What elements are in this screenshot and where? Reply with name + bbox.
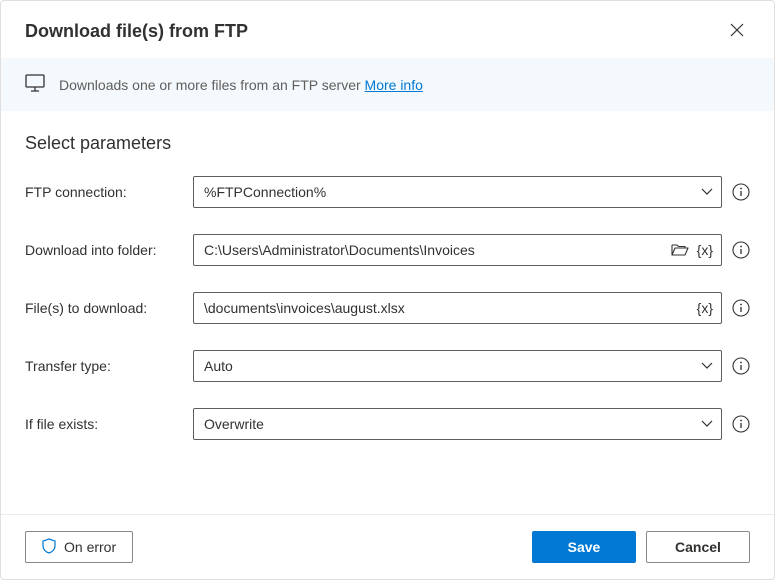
chevron-down-icon	[701, 362, 713, 370]
transfer-type-label: Transfer type:	[25, 358, 183, 374]
info-icon[interactable]	[732, 241, 750, 259]
transfer-type-input[interactable]	[194, 351, 701, 381]
ftp-connection-select[interactable]	[193, 176, 722, 208]
ftp-connection-input[interactable]	[194, 177, 701, 207]
section-title: Select parameters	[25, 133, 750, 154]
banner-text: Downloads one or more files from an FTP …	[59, 77, 423, 93]
info-banner: Downloads one or more files from an FTP …	[1, 58, 774, 111]
variable-button[interactable]: {x}	[697, 300, 713, 316]
variable-button[interactable]: {x}	[697, 242, 713, 258]
row-files-to-download: File(s) to download: {x}	[25, 292, 750, 324]
variable-icon: {x}	[697, 300, 713, 316]
on-error-label: On error	[64, 539, 116, 555]
info-icon[interactable]	[732, 357, 750, 375]
browse-folder-button[interactable]	[671, 243, 689, 257]
files-to-download-label: File(s) to download:	[25, 300, 183, 316]
more-info-link[interactable]: More info	[365, 77, 423, 93]
dialog-footer: On error Save Cancel	[1, 514, 774, 579]
info-icon[interactable]	[732, 415, 750, 433]
if-file-exists-select[interactable]	[193, 408, 722, 440]
save-button[interactable]: Save	[532, 531, 636, 563]
close-icon	[730, 23, 744, 37]
ftp-connection-label: FTP connection:	[25, 184, 183, 200]
dialog-content: Select parameters FTP connection: Downlo…	[1, 111, 774, 514]
row-if-file-exists: If file exists:	[25, 408, 750, 440]
dialog-title: Download file(s) from FTP	[25, 21, 248, 42]
shield-icon	[42, 538, 56, 557]
files-to-download-input[interactable]	[194, 293, 697, 323]
if-file-exists-label: If file exists:	[25, 416, 183, 432]
download-folder-field[interactable]: {x}	[193, 234, 722, 266]
cancel-button[interactable]: Cancel	[646, 531, 750, 563]
on-error-button[interactable]: On error	[25, 531, 133, 563]
row-transfer-type: Transfer type:	[25, 350, 750, 382]
transfer-type-select[interactable]	[193, 350, 722, 382]
row-ftp-connection: FTP connection:	[25, 176, 750, 208]
row-download-folder: Download into folder: {x}	[25, 234, 750, 266]
info-icon[interactable]	[732, 183, 750, 201]
banner-description: Downloads one or more files from an FTP …	[59, 77, 365, 93]
folder-open-icon	[671, 243, 689, 257]
footer-actions: Save Cancel	[532, 531, 750, 563]
if-file-exists-input[interactable]	[194, 409, 701, 439]
close-button[interactable]	[724, 17, 750, 46]
chevron-down-icon	[701, 420, 713, 428]
files-to-download-field[interactable]: {x}	[193, 292, 722, 324]
download-folder-input[interactable]	[194, 235, 671, 265]
variable-icon: {x}	[697, 242, 713, 258]
dialog: Download file(s) from FTP Downloads one …	[0, 0, 775, 580]
info-icon[interactable]	[732, 299, 750, 317]
chevron-down-icon	[701, 188, 713, 196]
download-folder-label: Download into folder:	[25, 242, 183, 258]
dialog-header: Download file(s) from FTP	[1, 1, 774, 58]
monitor-icon	[25, 74, 45, 95]
